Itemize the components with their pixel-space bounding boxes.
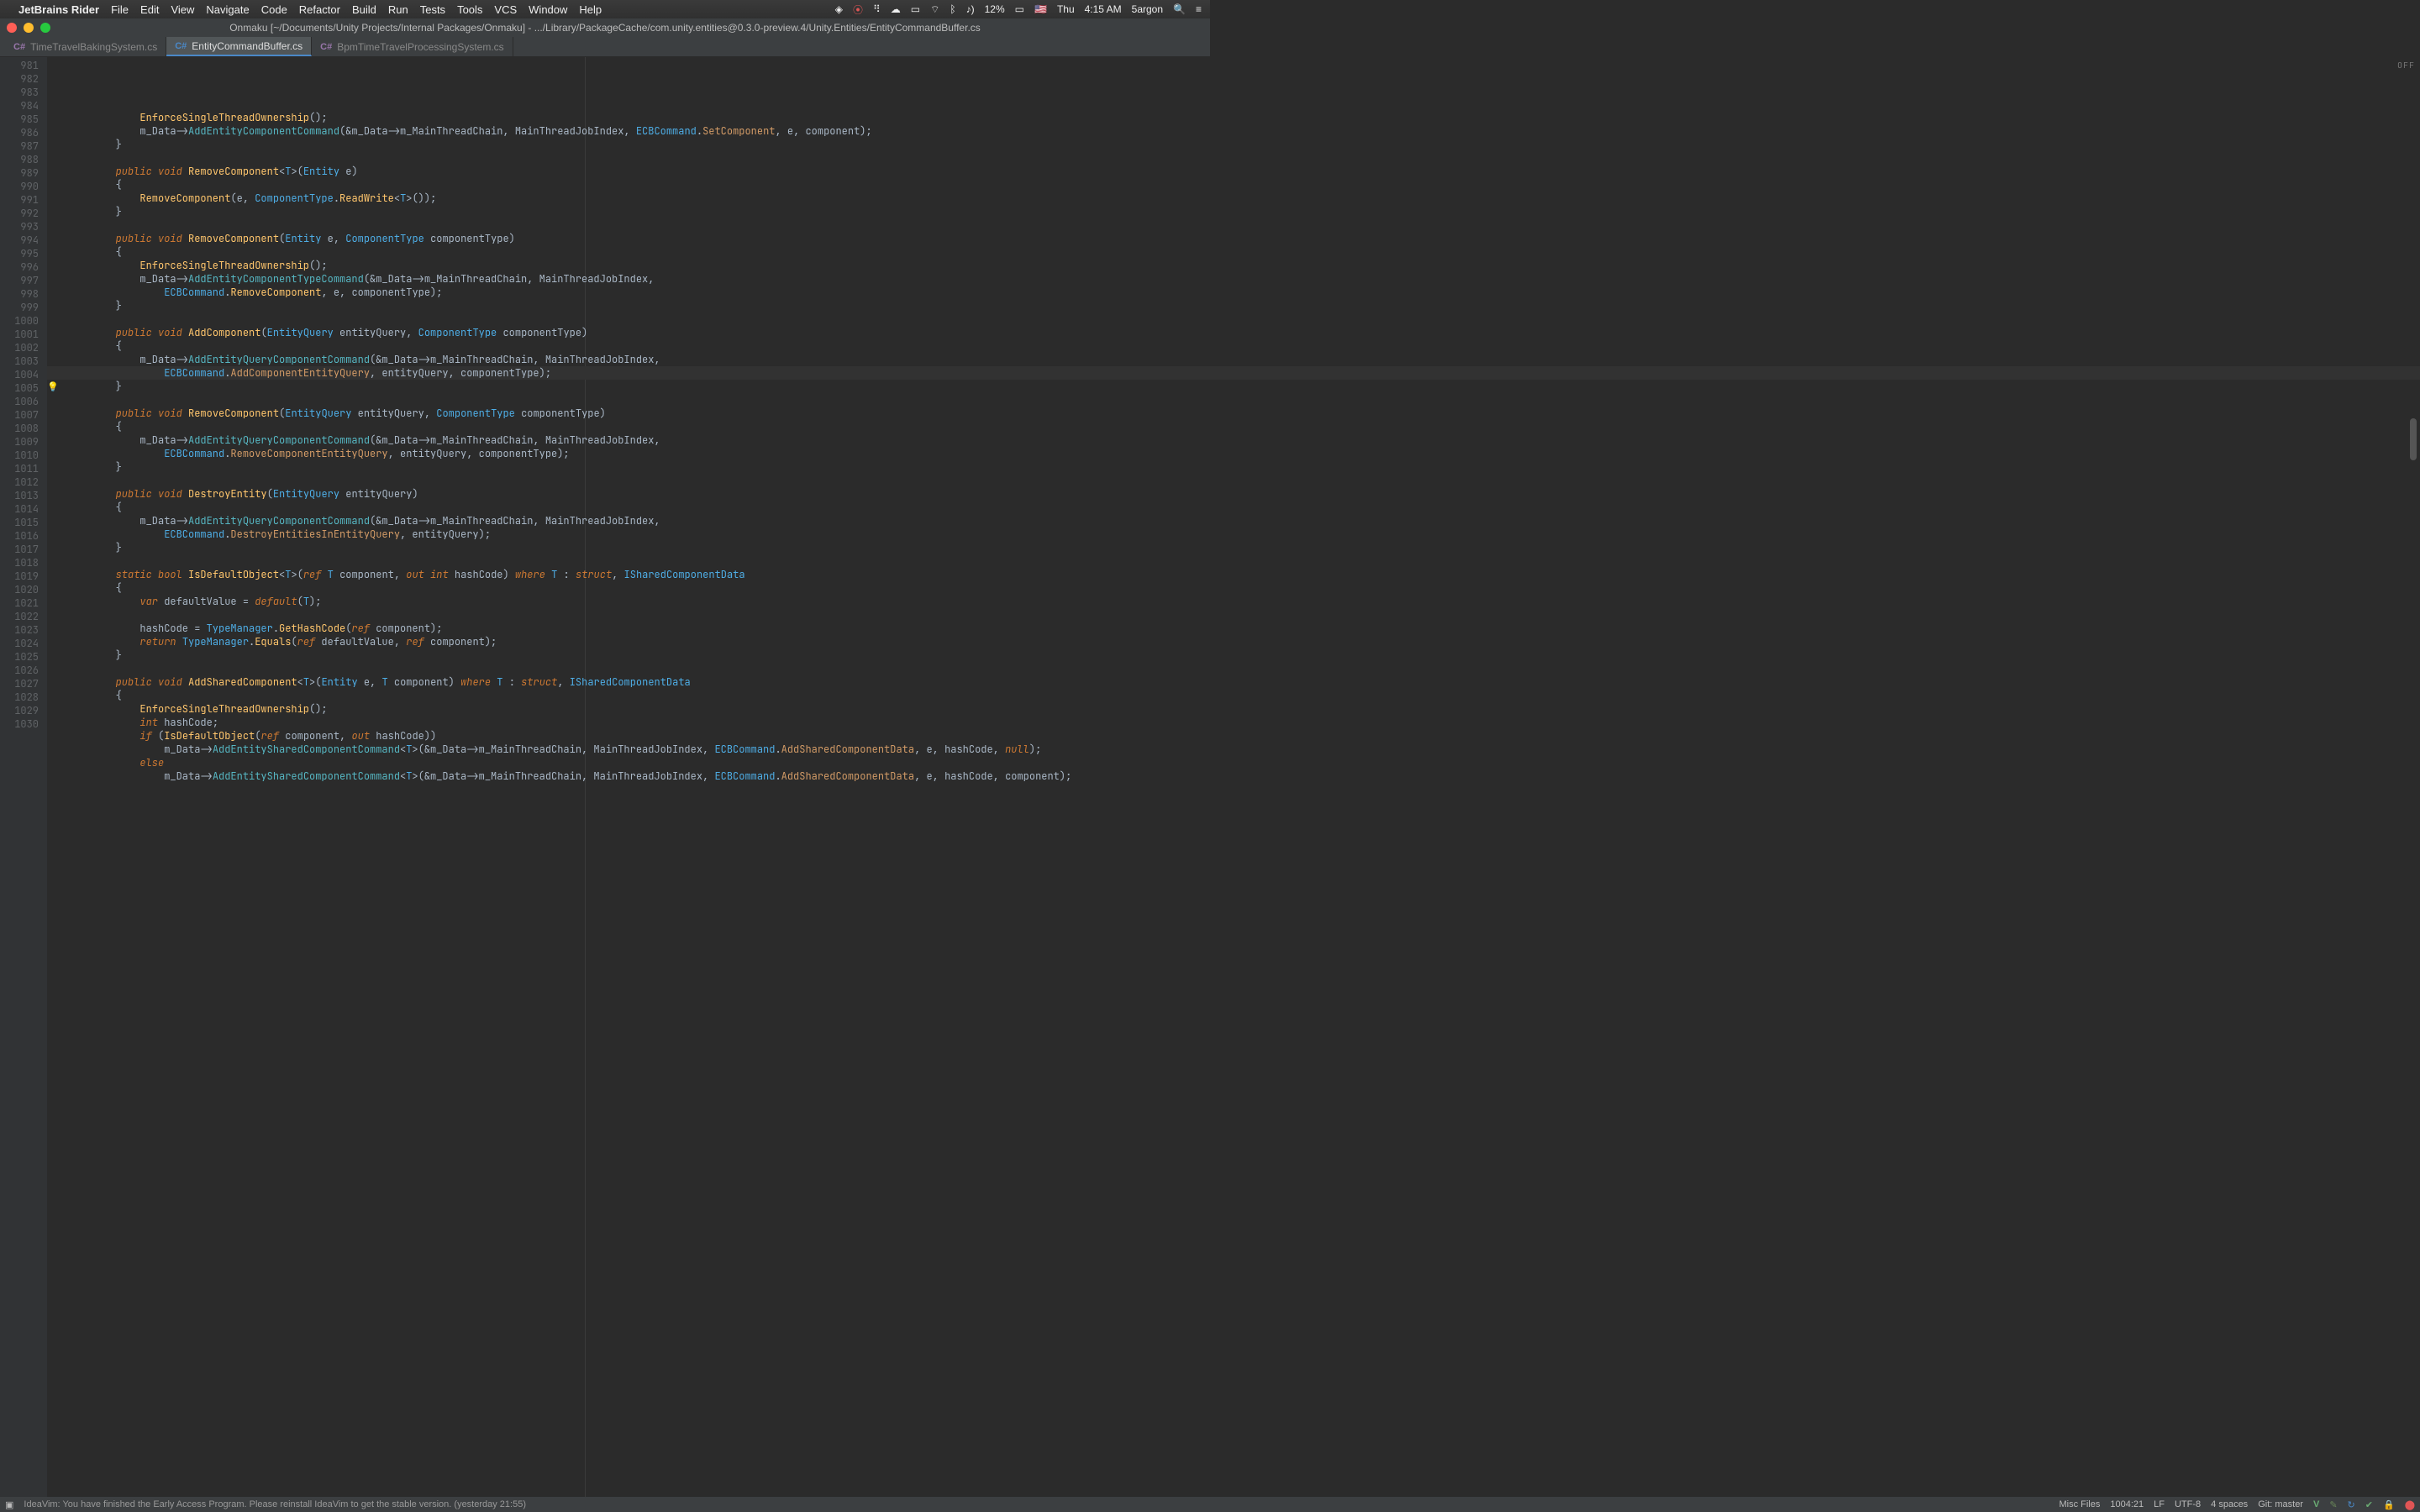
search-icon[interactable]: 🔍 bbox=[1173, 3, 1186, 15]
window-title: Onmaku [~/Documents/Unity Projects/Inter… bbox=[0, 22, 1210, 34]
displays-icon[interactable]: ▭ bbox=[911, 3, 920, 15]
line-number-gutter[interactable]: 9819829839849859869879889899909919929939… bbox=[0, 57, 47, 1497]
status-git-branch[interactable]: Git: master bbox=[2258, 1499, 2303, 1509]
menu-help[interactable]: Help bbox=[579, 3, 602, 16]
status-encoding[interactable]: UTF-8 bbox=[2175, 1499, 2201, 1509]
app-name[interactable]: JetBrains Rider bbox=[18, 3, 99, 16]
status-context[interactable]: Misc Files bbox=[2059, 1499, 2100, 1509]
tab-timetravelbaking[interactable]: C# TimeTravelBakingSystem.cs bbox=[5, 37, 166, 56]
status-indent[interactable]: 4 spaces bbox=[2211, 1499, 2248, 1509]
clock-time[interactable]: 4:15 AM bbox=[1085, 3, 1122, 15]
status-bar: ▣ IdeaVim: You have finished the Early A… bbox=[0, 1497, 2420, 1512]
status-line-endings[interactable]: LF bbox=[2154, 1499, 2165, 1509]
tab-label: BpmTimeTravelProcessingSystem.cs bbox=[337, 41, 504, 53]
csharp-icon: C# bbox=[13, 42, 25, 52]
tool-window-toggle-icon[interactable]: ▣ bbox=[5, 1499, 13, 1510]
wifi-icon[interactable]: ⌔ bbox=[930, 3, 939, 16]
status-notification-icon[interactable]: ⬤ bbox=[2405, 1499, 2415, 1510]
cloud-icon[interactable]: ☁ bbox=[891, 3, 901, 15]
clock-day[interactable]: Thu bbox=[1057, 3, 1075, 15]
status-icon[interactable]: ✎ bbox=[2329, 1499, 2337, 1510]
menu-tests[interactable]: Tests bbox=[420, 3, 445, 16]
battery-text[interactable]: 12% bbox=[985, 3, 1005, 15]
tab-entitycommandbuffer[interactable]: C# EntityCommandBuffer.cs bbox=[166, 37, 312, 56]
tab-bpmtimetravel[interactable]: C# BpmTimeTravelProcessingSystem.cs bbox=[312, 37, 513, 56]
input-flag-icon[interactable]: 🇺🇸 bbox=[1034, 3, 1047, 15]
menu-file[interactable]: File bbox=[111, 3, 129, 16]
menu-window[interactable]: Window bbox=[529, 3, 567, 16]
status-message: IdeaVim: You have finished the Early Acc… bbox=[24, 1499, 2049, 1509]
unity-icon[interactable]: ◈ bbox=[835, 3, 843, 15]
window-titlebar[interactable]: Onmaku [~/Documents/Unity Projects/Inter… bbox=[0, 18, 1210, 37]
menu-navigate[interactable]: Navigate bbox=[206, 3, 249, 16]
tab-label: TimeTravelBakingSystem.cs bbox=[30, 41, 157, 53]
menu-tools[interactable]: Tools bbox=[457, 3, 482, 16]
record-icon[interactable]: ⦿ bbox=[853, 3, 863, 17]
dropbox-icon[interactable]: ⠻ bbox=[873, 3, 881, 15]
menu-build[interactable]: Build bbox=[352, 3, 376, 16]
window-close-button[interactable] bbox=[7, 23, 17, 33]
menu-run[interactable]: Run bbox=[388, 3, 408, 16]
status-inspections-icon[interactable]: ✔ bbox=[2365, 1499, 2373, 1510]
editor-tab-bar: C# TimeTravelBakingSystem.cs C# EntityCo… bbox=[0, 37, 1210, 57]
ideavim-icon[interactable]: V bbox=[2313, 1499, 2319, 1509]
user-name[interactable]: 5argon bbox=[1132, 3, 1163, 15]
bluetooth-icon[interactable]: ᛒ bbox=[950, 3, 955, 15]
menu-code[interactable]: Code bbox=[261, 3, 287, 16]
window-zoom-button[interactable] bbox=[40, 23, 50, 33]
volume-icon[interactable]: ♪) bbox=[966, 3, 975, 15]
menu-vcs[interactable]: VCS bbox=[494, 3, 517, 16]
editor[interactable]: 9819829839849859869879889899909919929939… bbox=[0, 57, 2420, 1497]
window-minimize-button[interactable] bbox=[24, 23, 34, 33]
menu-refactor[interactable]: Refactor bbox=[299, 3, 340, 16]
code-area[interactable]: OFF EnforceSingleThreadOwnership(); m_Da… bbox=[47, 57, 2420, 1497]
csharp-icon: C# bbox=[175, 41, 187, 51]
macos-menubar: JetBrains Rider File Edit View Navigate … bbox=[0, 0, 1210, 18]
status-caret-position[interactable]: 1004:21 bbox=[2110, 1499, 2144, 1509]
menu-edit[interactable]: Edit bbox=[140, 3, 159, 16]
status-lock-icon[interactable]: 🔒 bbox=[2383, 1499, 2395, 1510]
tab-label: EntityCommandBuffer.cs bbox=[192, 40, 302, 52]
menu-view[interactable]: View bbox=[171, 3, 194, 16]
csharp-icon: C# bbox=[320, 42, 332, 52]
status-updates-icon[interactable]: ↻ bbox=[2348, 1499, 2355, 1510]
battery-icon[interactable]: ▭ bbox=[1015, 3, 1024, 15]
menu-extra-icon[interactable]: ≡ bbox=[1196, 3, 1202, 15]
